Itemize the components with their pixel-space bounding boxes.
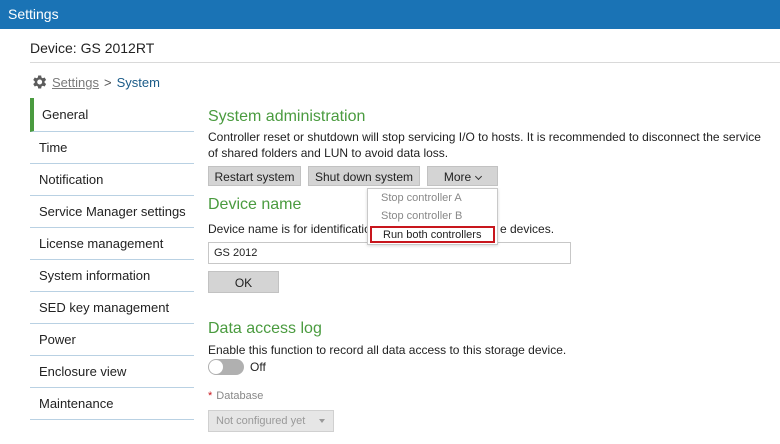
gear-icon	[33, 75, 47, 89]
sidebar: General Time Notification Service Manage…	[30, 98, 194, 420]
device-name-title: Device name	[208, 196, 302, 213]
more-dropdown-menu: Stop controller A Stop controller B Run …	[367, 188, 498, 245]
sidebar-item-power[interactable]: Power	[30, 324, 194, 356]
more-label: More	[443, 170, 472, 184]
toggle-state-label: Off	[250, 360, 266, 374]
sidebar-item-label: Time	[39, 140, 68, 155]
data-access-log-title: Data access log	[208, 320, 322, 337]
data-access-log-description: Enable this function to record all data …	[208, 343, 567, 357]
sidebar-item-label: Enclosure view	[39, 364, 127, 379]
header-divider	[30, 62, 780, 63]
database-select[interactable]: Not configured yet	[208, 410, 334, 432]
ok-button[interactable]: OK	[208, 271, 279, 293]
sidebar-item-maintenance[interactable]: Maintenance	[30, 388, 194, 420]
sidebar-item-label: Notification	[39, 172, 104, 187]
device-name-description: Device name is for identification	[208, 222, 378, 236]
required-marker: *	[208, 390, 213, 402]
app-title: Settings	[8, 6, 59, 22]
breadcrumb-current: System	[116, 74, 160, 90]
menu-item-stop-controller-a[interactable]: Stop controller A	[381, 192, 462, 204]
sidebar-item-label: Service Manager settings	[39, 204, 186, 219]
sidebar-item-service-manager-settings[interactable]: Service Manager settings	[30, 196, 194, 228]
toggle-knob	[209, 360, 223, 374]
sidebar-item-label: Maintenance	[39, 396, 114, 411]
app-titlebar: Settings	[0, 0, 780, 29]
breadcrumb: Settings > System	[30, 73, 160, 91]
database-label: * Database	[208, 390, 263, 402]
device-name-description-tail: e devices.	[500, 222, 555, 236]
sidebar-item-label: System information	[39, 268, 151, 283]
sidebar-item-label: License management	[39, 236, 164, 251]
database-select-value: Not configured yet	[216, 415, 306, 427]
restart-system-button[interactable]: Restart system	[208, 166, 301, 186]
menu-item-stop-controller-b[interactable]: Stop controller B	[381, 210, 462, 222]
menu-item-run-both-controllers[interactable]: Run both controllers	[370, 226, 495, 243]
breadcrumb-settings-link[interactable]: Settings	[52, 75, 99, 90]
data-access-log-toggle[interactable]	[208, 359, 244, 375]
sidebar-item-general[interactable]: General	[30, 98, 194, 132]
shut-down-system-button[interactable]: Shut down system	[308, 166, 420, 186]
sidebar-item-label: Power	[39, 332, 76, 347]
sidebar-item-time[interactable]: Time	[30, 132, 194, 164]
device-title: Device: GS 2012RT	[30, 40, 155, 56]
sidebar-item-notification[interactable]: Notification	[30, 164, 194, 196]
sidebar-item-license-management[interactable]: License management	[30, 228, 194, 260]
system-administration-title: System administration	[208, 108, 366, 125]
system-administration-description: Controller reset or shutdown will stop s…	[208, 130, 761, 160]
sidebar-item-label: General	[42, 107, 89, 122]
sidebar-item-enclosure-view[interactable]: Enclosure view	[30, 356, 194, 388]
more-dropdown-button[interactable]: More	[427, 166, 498, 186]
sidebar-item-system-information[interactable]: System information	[30, 260, 194, 292]
sidebar-item-sed-key-management[interactable]: SED key management	[30, 292, 194, 324]
database-label-text: Database	[216, 390, 264, 402]
device-name-input[interactable]	[208, 242, 571, 264]
sidebar-item-label: SED key management	[39, 300, 170, 315]
breadcrumb-separator: >	[103, 74, 112, 90]
